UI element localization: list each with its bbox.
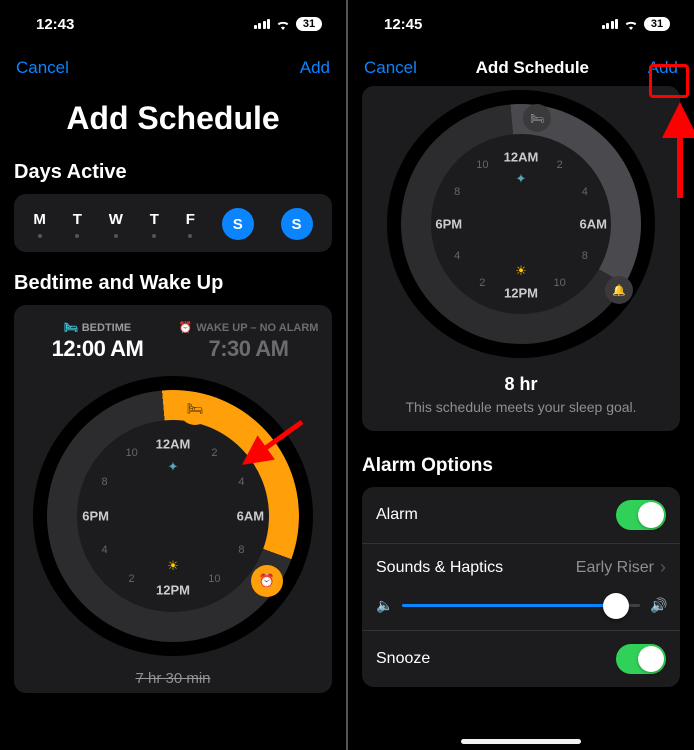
bedtime-label: Bedtime and Wake Up [14, 272, 332, 295]
alarm-clock-icon: ⏰ [179, 321, 193, 334]
sleep-clock[interactable]: 🛏 🔔 12AM 6AM 12PM 6PM 2 4 8 10 2 4 8 10 … [387, 90, 655, 358]
volume-slider[interactable] [402, 604, 640, 607]
nav-bar: Cancel Add [0, 48, 346, 86]
alarm-options-label: Alarm Options [362, 455, 680, 477]
stars-icon: ✦ [168, 459, 179, 475]
day-button-sat[interactable]: S [222, 208, 254, 240]
battery-icon: 31 [296, 17, 322, 31]
cellular-dual-icon [602, 19, 619, 29]
volume-high-icon: 🔊 [650, 597, 666, 614]
status-time: 12:43 [36, 16, 74, 33]
clock-face: 12AM 6AM 12PM 6PM 2 4 8 10 2 4 8 10 ✦ ☀ [437, 140, 605, 308]
alarm-options-card: Alarm Sounds & Haptics Early Riser› 🔈 🔊 [362, 487, 680, 687]
sun-icon: ☀ [515, 263, 527, 279]
page-title: Add Schedule [0, 86, 346, 161]
sleep-clock[interactable]: 🛏 ⏰ 12AM 6AM 12PM 6PM 2 4 8 10 2 4 8 [33, 376, 313, 656]
day-button-wed[interactable]: W [109, 211, 123, 238]
nav-bar: Cancel Add Schedule Add [348, 48, 694, 86]
sounds-row-value: Early Riser› [576, 557, 666, 578]
sounds-row-label: Sounds & Haptics [376, 559, 503, 577]
nav-title: Add Schedule [476, 58, 589, 78]
alarm-row-label: Alarm [376, 506, 418, 524]
snooze-row: Snooze [362, 630, 680, 687]
sun-icon: ☀ [167, 558, 179, 574]
duration-text: 7 hr 30 min [14, 656, 332, 693]
volume-thumb[interactable] [603, 593, 629, 619]
battery-icon: 31 [644, 17, 670, 31]
sounds-row[interactable]: Sounds & Haptics Early Riser› [362, 543, 680, 591]
cancel-button[interactable]: Cancel [364, 58, 417, 78]
volume-slider-row: 🔈 🔊 [362, 591, 680, 630]
days-active-label: Days Active [14, 161, 332, 184]
status-time: 12:45 [384, 16, 422, 33]
status-bar: 12:45 31 [348, 0, 694, 48]
status-icons: 31 [254, 17, 323, 31]
alarm-toggle[interactable] [616, 500, 666, 530]
status-icons: 31 [602, 17, 671, 31]
goal-note: This schedule meets your sleep goal. [362, 399, 680, 431]
screen-left: 12:43 31 Cancel Add Add Schedule Days Ac… [0, 0, 346, 750]
day-button-mon[interactable]: M [33, 211, 46, 238]
home-indicator[interactable] [461, 739, 581, 744]
screen-right: 12:45 31 Cancel Add Schedule Add 🛏 🔔 12 [346, 0, 694, 750]
wakeup-handle[interactable]: 🔔 [605, 276, 633, 304]
sleep-card: 🛏 🔔 12AM 6AM 12PM 6PM 2 4 8 10 2 4 8 10 … [362, 86, 680, 431]
bedtime-handle[interactable]: 🛏 [523, 104, 551, 132]
bed-icon: 🛏 [64, 321, 78, 334]
chevron-right-icon: › [660, 557, 666, 578]
wakeup-header-label: ⏰WAKE UP – NO ALARM [173, 321, 324, 334]
day-button-thu[interactable]: T [150, 211, 159, 238]
bedtime-time[interactable]: 12:00 AM [22, 336, 173, 362]
alarm-row: Alarm [362, 487, 680, 543]
bedtime-card: 🛏BEDTIME 12:00 AM ⏰WAKE UP – NO ALARM 7:… [14, 305, 332, 693]
clock-face: 12AM 6AM 12PM 6PM 2 4 8 10 2 4 8 10 ✦ ☀ [83, 426, 263, 606]
add-button[interactable]: Add [648, 58, 678, 78]
wifi-icon [275, 18, 291, 30]
day-button-tue[interactable]: T [73, 211, 82, 238]
stars-icon: ✦ [516, 171, 527, 187]
bedtime-handle[interactable]: 🛏 [179, 393, 211, 425]
status-bar: 12:43 31 [0, 0, 346, 48]
volume-low-icon: 🔈 [376, 597, 392, 614]
add-button[interactable]: Add [300, 58, 330, 78]
duration-text: 8 hr [362, 374, 680, 395]
snooze-toggle[interactable] [616, 644, 666, 674]
cancel-button[interactable]: Cancel [16, 58, 69, 78]
day-button-fri[interactable]: F [186, 211, 195, 238]
wifi-icon [623, 18, 639, 30]
cellular-dual-icon [254, 19, 271, 29]
days-row: M T W T F S S [14, 194, 332, 252]
snooze-row-label: Snooze [376, 650, 430, 668]
bedtime-header-label: 🛏BEDTIME [22, 321, 173, 334]
day-button-sun[interactable]: S [281, 208, 313, 240]
wakeup-time[interactable]: 7:30 AM [173, 336, 324, 362]
